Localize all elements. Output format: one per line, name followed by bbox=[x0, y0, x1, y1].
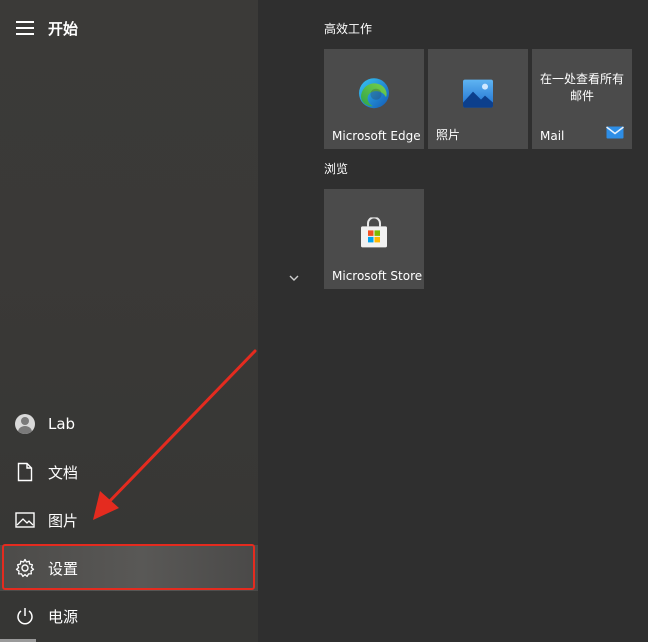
document-icon bbox=[14, 461, 36, 483]
start-menu-header: 开始 bbox=[0, 12, 258, 44]
photos-icon bbox=[462, 79, 494, 113]
power-icon bbox=[14, 605, 36, 627]
group-title-browse: 浏览 bbox=[324, 162, 349, 176]
nav-item-power-label: 电源 bbox=[48, 607, 79, 626]
nav-item-documents-label: 文档 bbox=[48, 463, 79, 482]
nav-item-documents[interactable]: 文档 bbox=[0, 449, 258, 495]
edge-icon bbox=[357, 76, 391, 114]
tile-microsoft-store[interactable]: Microsoft Store bbox=[324, 189, 424, 289]
tile-label: Microsoft Store bbox=[332, 269, 423, 283]
nav-item-settings-label: 设置 bbox=[48, 559, 79, 578]
nav-item-user-label: Lab bbox=[48, 415, 76, 433]
user-avatar-icon bbox=[14, 413, 36, 435]
start-menu-left-pane: 开始 Lab 文档 图片 设置 电源 bbox=[0, 0, 258, 642]
mail-tile-description: 在一处查看所有邮件 bbox=[539, 72, 624, 103]
nav-item-pictures[interactable]: 图片 bbox=[0, 497, 258, 543]
store-icon bbox=[358, 216, 390, 253]
group-title-productivity: 高效工作 bbox=[324, 22, 373, 36]
nav-item-power[interactable]: 电源 bbox=[0, 593, 258, 639]
chevron-down-icon[interactable] bbox=[287, 270, 301, 284]
nav-item-user[interactable]: Lab bbox=[0, 401, 258, 447]
tile-label: Mail bbox=[540, 129, 565, 143]
nav-item-pictures-label: 图片 bbox=[48, 511, 79, 530]
tile-mail[interactable]: 在一处查看所有邮件 Mail bbox=[532, 49, 632, 149]
nav-item-settings[interactable]: 设置 bbox=[0, 545, 258, 591]
tile-label: 照片 bbox=[436, 128, 461, 142]
gear-icon bbox=[14, 557, 36, 579]
tile-label: Microsoft Edge bbox=[332, 129, 421, 143]
hamburger-menu-icon[interactable] bbox=[16, 21, 34, 35]
tile-photos[interactable]: 照片 bbox=[428, 49, 528, 149]
picture-icon bbox=[14, 509, 36, 531]
start-title: 开始 bbox=[48, 19, 79, 38]
mail-icon bbox=[606, 124, 624, 143]
tile-microsoft-edge[interactable]: Microsoft Edge bbox=[324, 49, 424, 149]
